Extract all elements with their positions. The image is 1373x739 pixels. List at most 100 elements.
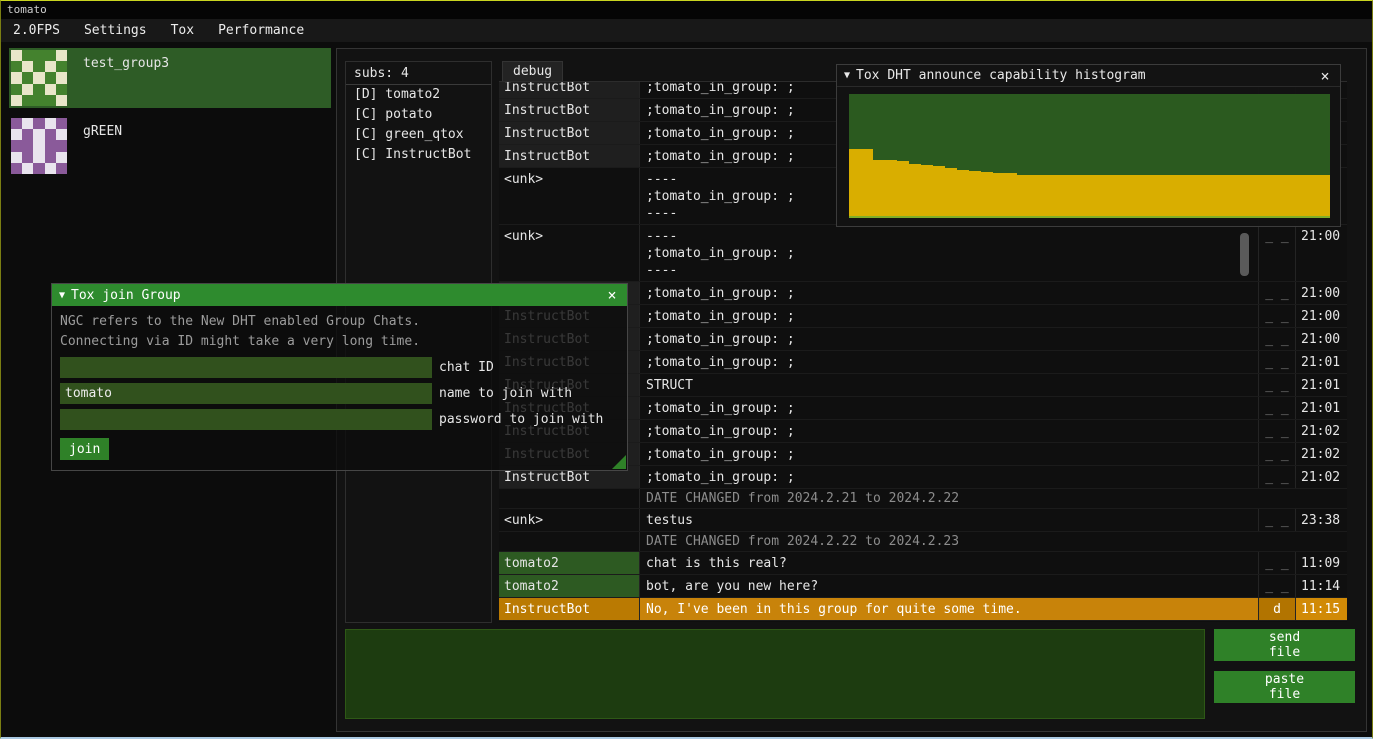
- join-button[interactable]: join: [60, 438, 109, 460]
- chat-id-label: chat ID: [439, 360, 494, 375]
- member-item-d-tomato2[interactable]: [D] tomato2: [346, 85, 491, 105]
- histogram-bar: [1162, 175, 1174, 216]
- message-text: ;tomato_in_group: ;: [639, 397, 1258, 419]
- sender-name: <unk>: [499, 168, 639, 224]
- compose-input[interactable]: [345, 629, 1205, 719]
- message-text: bot, are you new here?: [639, 575, 1258, 597]
- chat-id-input[interactable]: [60, 357, 432, 378]
- chat-scrollbar-thumb[interactable]: [1240, 233, 1249, 276]
- histogram-bar: [1222, 175, 1234, 216]
- sender-name: <unk>: [499, 509, 639, 531]
- tab-debug[interactable]: debug: [502, 61, 563, 81]
- group-avatar: [11, 50, 67, 106]
- histogram-bar: [921, 165, 933, 216]
- menu-item-2-0fps[interactable]: 2.0FPS: [1, 19, 72, 42]
- menu-item-tox[interactable]: Tox: [159, 19, 206, 42]
- send-file-button[interactable]: send file: [1214, 629, 1355, 661]
- histogram-bar: [1270, 175, 1282, 216]
- join-dialog-titlebar[interactable]: ▼ Tox join Group ×: [52, 284, 627, 306]
- paste-file-button[interactable]: paste file: [1214, 671, 1355, 703]
- date-divider-text: DATE CHANGED from 2024.2.22 to 2024.2.23: [639, 532, 1347, 551]
- sidebar-group-test-group3[interactable]: test_group3: [9, 48, 331, 108]
- join-dialog-close-icon[interactable]: ×: [604, 286, 620, 304]
- groups-sidebar: test_group3 gREEN: [1, 42, 336, 242]
- group-name-label: gREEN: [83, 124, 122, 139]
- join-name-input[interactable]: [60, 383, 432, 404]
- members-list: [D] tomato2[C] potato[C] green_qtox[C] I…: [346, 85, 491, 165]
- member-item-c-green-qtox[interactable]: [C] green_qtox: [346, 125, 491, 145]
- window-title: tomato: [7, 3, 47, 16]
- date-divider-text: DATE CHANGED from 2024.2.21 to 2024.2.22: [639, 489, 1347, 508]
- message-flags: _ _: [1258, 552, 1295, 574]
- message-time: 11:15: [1295, 598, 1347, 620]
- join-password-input[interactable]: [60, 409, 432, 430]
- app-root: tomato 2.0FPSSettingsToxPerformance test…: [0, 0, 1373, 739]
- menu-item-performance[interactable]: Performance: [206, 19, 316, 42]
- histogram-bar: [1114, 175, 1126, 216]
- message-time: 21:01: [1295, 374, 1347, 396]
- histogram-bar: [849, 149, 861, 216]
- histogram-bar: [933, 166, 945, 216]
- sender-name: InstructBot: [499, 82, 639, 98]
- message-time: 21:00: [1295, 305, 1347, 327]
- histogram-titlebar[interactable]: ▼ Tox DHT announce capability histogram …: [837, 65, 1340, 87]
- members-count: subs: 4: [346, 62, 491, 84]
- paste-file-label-line1: paste: [1265, 672, 1304, 687]
- message-text: ;tomato_in_group: ;: [639, 351, 1258, 373]
- window-titlebar[interactable]: tomato: [1, 1, 1372, 19]
- message-text: ;tomato_in_group: ;: [639, 305, 1258, 327]
- message-text: STRUCT: [639, 374, 1258, 396]
- group-avatar: [11, 118, 67, 174]
- menu-bar: 2.0FPSSettingsToxPerformance: [1, 19, 1372, 42]
- menu-item-settings[interactable]: Settings: [72, 19, 159, 42]
- message-time: 21:02: [1295, 443, 1347, 465]
- message-text: ;tomato_in_group: ;: [639, 328, 1258, 350]
- histogram-close-icon[interactable]: ×: [1317, 67, 1333, 85]
- group-name-label: test_group3: [83, 56, 169, 71]
- message-time: 21:02: [1295, 420, 1347, 442]
- message-flags: d: [1258, 598, 1295, 620]
- message-time: 21:00: [1295, 225, 1347, 281]
- member-item-c-potato[interactable]: [C] potato: [346, 105, 491, 125]
- message-text: ;tomato_in_group: ;: [639, 443, 1258, 465]
- sender-name: tomato2: [499, 575, 639, 597]
- sidebar-group-green[interactable]: gREEN: [9, 116, 331, 176]
- resize-grip[interactable]: [612, 455, 626, 469]
- message-text: ;tomato_in_group: ;: [639, 466, 1258, 488]
- sender-name: InstructBot: [499, 122, 639, 144]
- message-flags: _ _: [1258, 509, 1295, 531]
- join-password-label: password to join with: [439, 412, 603, 427]
- histogram-bar: [1090, 175, 1102, 216]
- message-time: 21:01: [1295, 397, 1347, 419]
- histogram-bar: [1174, 175, 1186, 216]
- message-row[interactable]: tomato2chat is this real?_ _11:09: [499, 552, 1347, 575]
- message-flags: _ _: [1258, 420, 1295, 442]
- message-row[interactable]: tomato2bot, are you new here?_ _11:14: [499, 575, 1347, 598]
- message-text: ----;tomato_in_group: ;----: [639, 225, 1258, 281]
- histogram-title: Tox DHT announce capability histogram: [856, 68, 1146, 83]
- message-row[interactable]: <unk>----;tomato_in_group: ;----_ _21:00: [499, 225, 1347, 282]
- histogram-bar: [993, 173, 1005, 216]
- histogram-bar: [1246, 175, 1258, 216]
- message-time: 21:00: [1295, 328, 1347, 350]
- histogram-bar: [1294, 175, 1306, 216]
- histogram-bar: [1318, 175, 1330, 216]
- histogram-bar: [1042, 175, 1054, 216]
- histogram-collapse-icon[interactable]: ▼: [844, 70, 850, 81]
- message-row[interactable]: <unk>testus_ _23:38: [499, 509, 1347, 532]
- sender-name: tomato2: [499, 552, 639, 574]
- send-file-label-line2: file: [1269, 645, 1300, 660]
- histogram-bar: [1066, 175, 1078, 216]
- histogram-bar: [861, 149, 873, 216]
- message-flags: _ _: [1258, 443, 1295, 465]
- message-row[interactable]: InstructBotNo, I've been in this group f…: [499, 598, 1347, 621]
- date-divider: DATE CHANGED from 2024.2.22 to 2024.2.23: [499, 532, 1347, 552]
- join-dialog-collapse-icon[interactable]: ▼: [59, 290, 65, 301]
- member-item-c-instructbot[interactable]: [C] InstructBot: [346, 145, 491, 165]
- join-group-dialog: ▼ Tox join Group × NGC refers to the New…: [51, 283, 628, 471]
- histogram-bar: [1150, 175, 1162, 216]
- message-flags: _ _: [1258, 305, 1295, 327]
- message-time: 21:01: [1295, 351, 1347, 373]
- send-file-label-line1: send: [1269, 630, 1300, 645]
- histogram-bar: [909, 164, 921, 216]
